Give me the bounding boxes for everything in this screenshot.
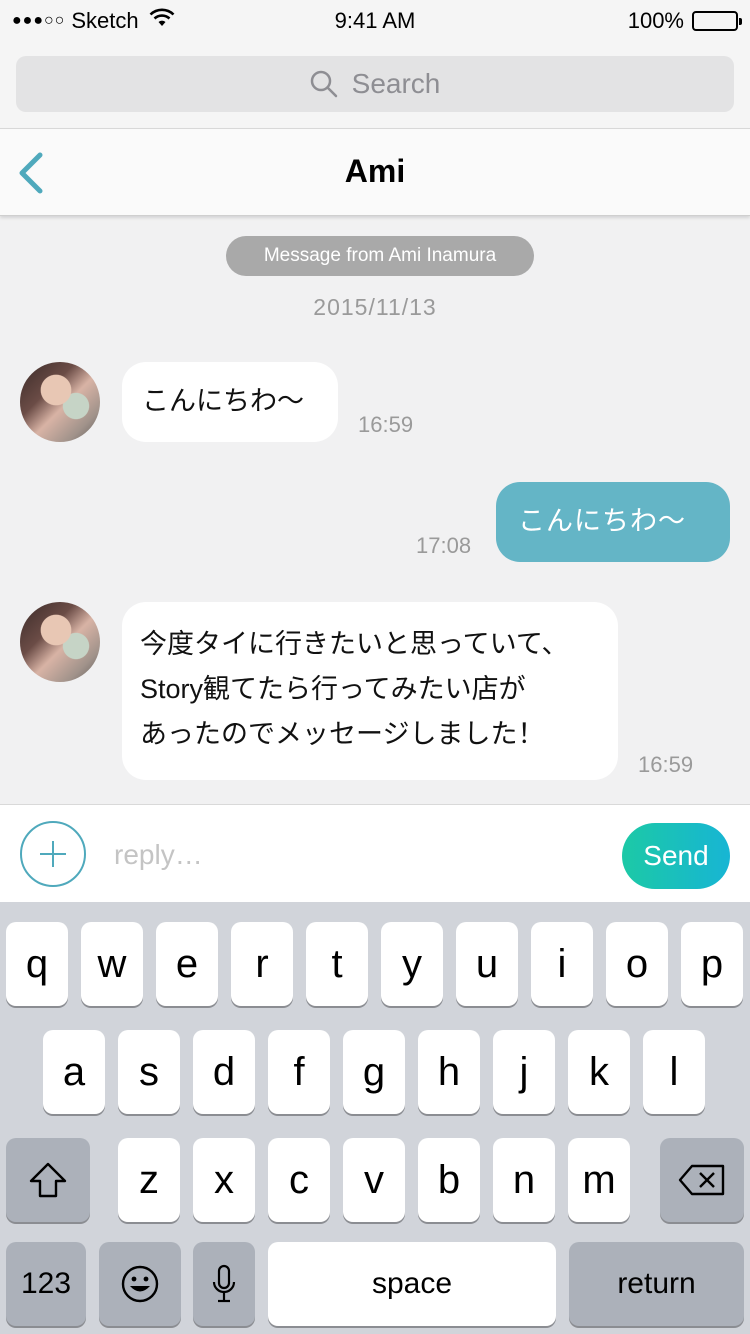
key-n[interactable]: n — [493, 1138, 555, 1222]
avatar[interactable] — [20, 362, 100, 442]
key-v[interactable]: v — [343, 1138, 405, 1222]
add-attachment-button[interactable] — [20, 821, 86, 887]
battery-group: 100% — [627, 8, 742, 34]
dictation-key[interactable] — [193, 1242, 255, 1326]
key-h[interactable]: h — [418, 1030, 480, 1114]
navigation-bar: Ami — [0, 128, 750, 216]
microphone-icon — [212, 1264, 236, 1303]
emoji-icon — [121, 1265, 159, 1303]
avatar[interactable] — [20, 602, 100, 682]
page-title: Ami — [344, 153, 406, 189]
message-text-line: あったのでメッセージしました！ — [140, 719, 545, 749]
key-a[interactable]: a — [43, 1030, 105, 1114]
return-key[interactable]: return — [569, 1242, 744, 1326]
key-z[interactable]: z — [118, 1138, 180, 1222]
key-c[interactable]: c — [268, 1138, 330, 1222]
key-t[interactable]: t — [306, 922, 368, 1006]
message-bubble-incoming: こんにちわ〜 — [122, 362, 338, 442]
shift-icon — [29, 1162, 67, 1198]
key-u[interactable]: u — [456, 922, 518, 1006]
key-o[interactable]: o — [606, 922, 668, 1006]
key-l[interactable]: l — [643, 1030, 705, 1114]
message-text-line: Story観てたら行ってみたい店が — [140, 674, 526, 704]
key-s[interactable]: s — [118, 1030, 180, 1114]
message-timestamp: 16:59 — [358, 412, 414, 437]
key-x[interactable]: x — [193, 1138, 255, 1222]
key-i[interactable]: i — [531, 922, 593, 1006]
key-y[interactable]: y — [381, 922, 443, 1006]
key-r[interactable]: r — [231, 922, 293, 1006]
search-bar[interactable]: Search — [16, 56, 734, 112]
backspace-icon — [678, 1164, 725, 1196]
key-m[interactable]: m — [568, 1138, 630, 1222]
status-bar: ●●●○○ Sketch 9:41 AM 100% — [0, 0, 750, 40]
shift-key[interactable] — [6, 1138, 90, 1222]
message-bubble-outgoing: こんにちわ〜 — [496, 482, 730, 562]
key-q[interactable]: q — [6, 922, 68, 1006]
key-d[interactable]: d — [193, 1030, 255, 1114]
search-icon — [310, 70, 337, 98]
key-w[interactable]: w — [81, 922, 143, 1006]
keyboard: q w e r t y u i o p a s d f g h j k l z … — [0, 902, 750, 1334]
delete-key[interactable] — [660, 1138, 744, 1222]
space-key[interactable]: space — [268, 1242, 556, 1326]
key-b[interactable]: b — [418, 1138, 480, 1222]
search-area: Search — [0, 40, 750, 128]
send-button[interactable]: Send — [622, 823, 730, 889]
message-timestamp: 16:59 — [638, 752, 694, 777]
reply-input[interactable] — [114, 835, 594, 875]
key-j[interactable]: j — [493, 1030, 555, 1114]
search-placeholder: Search — [351, 68, 441, 99]
battery-icon — [692, 11, 742, 31]
key-f[interactable]: f — [268, 1030, 330, 1114]
key-p[interactable]: p — [681, 922, 743, 1006]
message-bubble-incoming: 今度タイに行きたいと思っていて、 Story観てたら行ってみたい店が あったので… — [122, 602, 618, 780]
date-separator: 2015/11/13 — [313, 294, 437, 320]
system-message-pill: Message from Ami Inamura — [226, 236, 534, 276]
message-timestamp: 17:08 — [416, 533, 472, 558]
key-e[interactable]: e — [156, 922, 218, 1006]
message-composer: Send — [0, 804, 750, 902]
message-text: こんにちわ〜 — [142, 386, 304, 416]
chat-thread: Message from Ami Inamura 2015/11/13 こんにち… — [0, 216, 750, 804]
numbers-key[interactable]: 123 — [6, 1242, 86, 1326]
key-k[interactable]: k — [568, 1030, 630, 1114]
key-g[interactable]: g — [343, 1030, 405, 1114]
battery-percent: 100% — [627, 8, 684, 33]
message-text: こんにちわ〜 — [518, 506, 686, 536]
emoji-key[interactable] — [99, 1242, 181, 1326]
message-text-line: 今度タイに行きたいと思っていて、 — [140, 629, 569, 659]
